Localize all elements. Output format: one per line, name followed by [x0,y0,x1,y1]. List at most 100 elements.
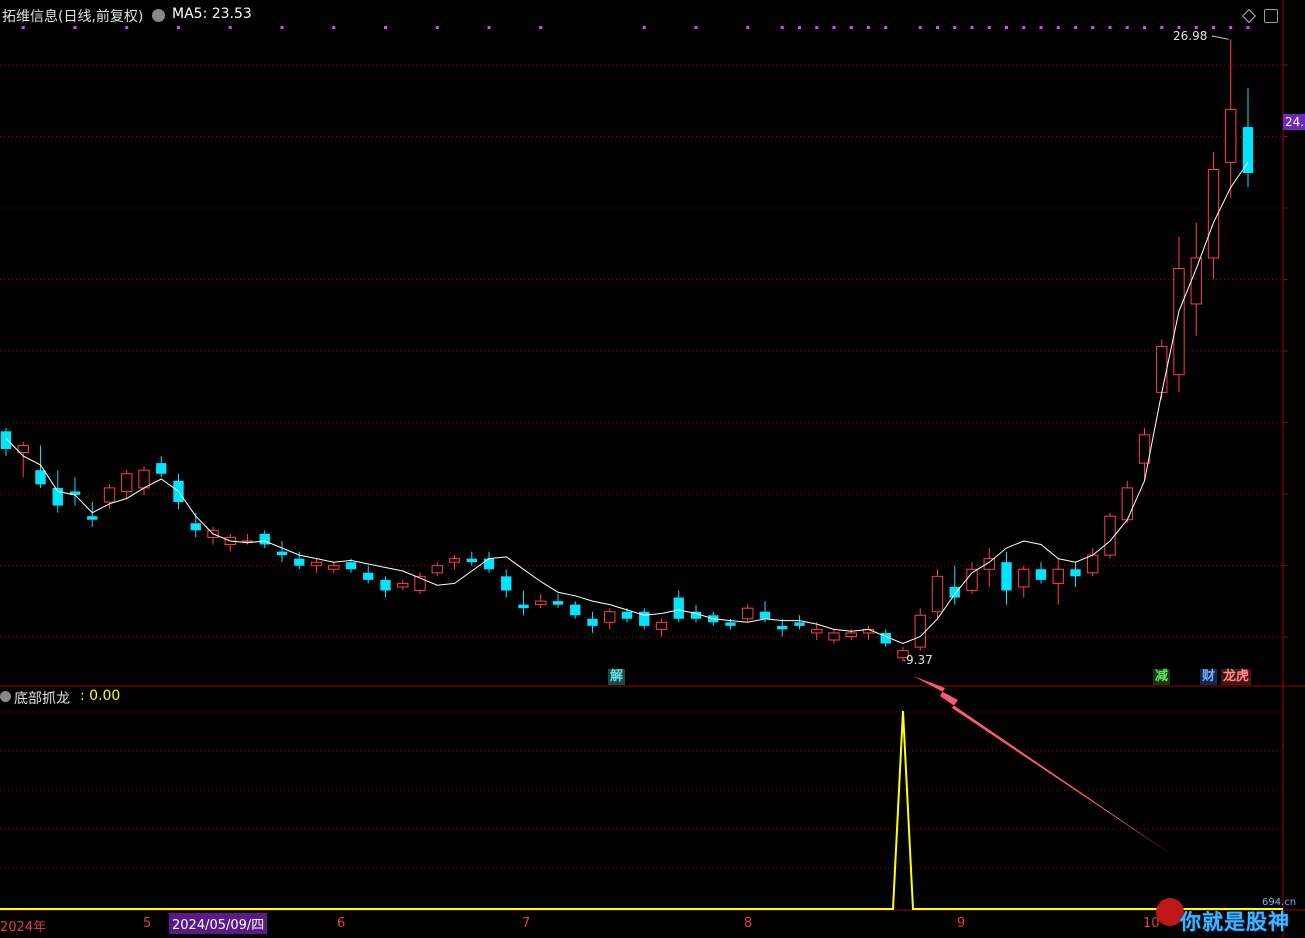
stock-title: 拓维信息(日线,前复权) [2,9,144,25]
candle-body-up [397,582,409,588]
watermark-text: 你就是股神 [1180,910,1290,934]
signal-dot [228,26,232,29]
signal-dot [780,26,784,29]
candle-body-up [431,565,443,574]
candle-body-up [811,628,823,634]
candle-body-up [328,565,340,570]
signal-dot [1039,26,1043,29]
candle-body-down [725,622,736,626]
indicator-value: : 0.00 [80,688,121,704]
cursor-date-label: 2024/05/09/四 [169,913,268,934]
current-price-badge: 24. [1283,114,1305,130]
signal-dot [832,26,836,29]
candle-body-down [518,604,529,609]
signal-dot [332,26,336,29]
candle-body-up [1173,268,1185,376]
signal-dot [177,26,180,29]
candle-body-down [777,625,788,630]
signal-dot [987,26,991,29]
time-label-jun: 6 [337,916,346,931]
candle-body-down [552,601,564,605]
signal-dot [970,26,974,29]
candle-body-down [0,431,12,449]
signal-dot [746,26,750,29]
signal-dot [125,26,129,29]
signal-dot [539,26,543,29]
signal-dot [798,26,801,29]
candle-body-up [845,632,857,637]
signal-dot [1022,26,1026,29]
candle-body-down [363,572,374,580]
candle-body-up [655,621,668,630]
candle-body-down [1070,569,1081,577]
signal-dot [1056,26,1060,29]
signal-dot [867,26,870,29]
signal-dot [953,26,957,29]
candle-body-down [380,579,391,591]
indicator-gear-icon[interactable] [0,691,11,702]
signal-dot [435,26,439,29]
signal-dot [849,26,853,29]
signal-dot [918,26,922,29]
time-label-jul: 7 [522,916,531,931]
signal-dot [21,26,25,29]
time-label-sep: 9 [957,916,966,931]
candle-body-up [742,607,754,620]
signal-dot [1074,26,1077,29]
candle-body-up [17,444,29,454]
candle-body-up [1018,568,1030,588]
signal-dot [487,26,491,29]
candle-body-up [1138,434,1151,464]
candle-body-down [949,586,960,598]
low-price-label: 9.37 [906,653,933,667]
candle-body-down [759,611,771,619]
candle-body-up [1121,487,1133,521]
signal-dot [1005,26,1008,29]
signal-dot [1212,26,1215,29]
candle-body-down [35,470,46,485]
signal-dot [1246,26,1250,29]
candle-body-up [604,611,616,623]
kline-chart[interactable] [0,0,1305,938]
candle-body-down [156,463,167,474]
signal-dot [1125,26,1129,29]
event-tag-dragon[interactable]: 龙虎 [1221,669,1252,685]
time-label-year: 2024年 [0,920,47,935]
signal-dot [815,26,819,29]
candle-body-down [466,558,477,563]
candle-body-up [1190,257,1202,305]
candle-body-up [1104,515,1116,556]
window-toggle-icon[interactable] [1264,9,1278,23]
candle-body-up [241,540,254,543]
candle-body-down [501,576,512,591]
candle-body-up [1225,108,1237,163]
candle-body-down [276,551,288,556]
event-tag-finance[interactable]: 财 [1200,669,1218,685]
signal-dot [1143,26,1146,29]
time-label-aug: 8 [744,916,753,931]
high-arrow [1211,35,1229,40]
signal-dot [1160,26,1164,29]
candle-body-down [587,618,598,626]
low-arrow [903,659,906,662]
candle-body-down [483,558,495,570]
settings-gear-icon[interactable] [152,9,165,22]
watermark-site: 694.cn [1262,897,1297,908]
candle-body-down [673,597,684,619]
candle-body-down [570,604,581,616]
signal-dot [384,26,387,29]
candle-body-up [914,614,926,648]
candle-body-down [190,523,201,531]
candle-body-up [1052,568,1064,584]
candle-body-down [345,562,357,570]
candle-body-up [535,600,547,606]
ma5-label: MA5: 23.53 [172,6,252,22]
indicator-name: 底部抓龙 [14,691,70,707]
candle-body-up [121,473,133,492]
signal-dot [73,26,77,29]
signal-dot [1108,26,1112,29]
signal-dot [694,26,698,29]
event-tag-reduce[interactable]: 减 [1153,669,1171,685]
high-price-label: 26.98 [1173,29,1208,43]
event-tag-unlock[interactable]: 解 [608,669,626,685]
